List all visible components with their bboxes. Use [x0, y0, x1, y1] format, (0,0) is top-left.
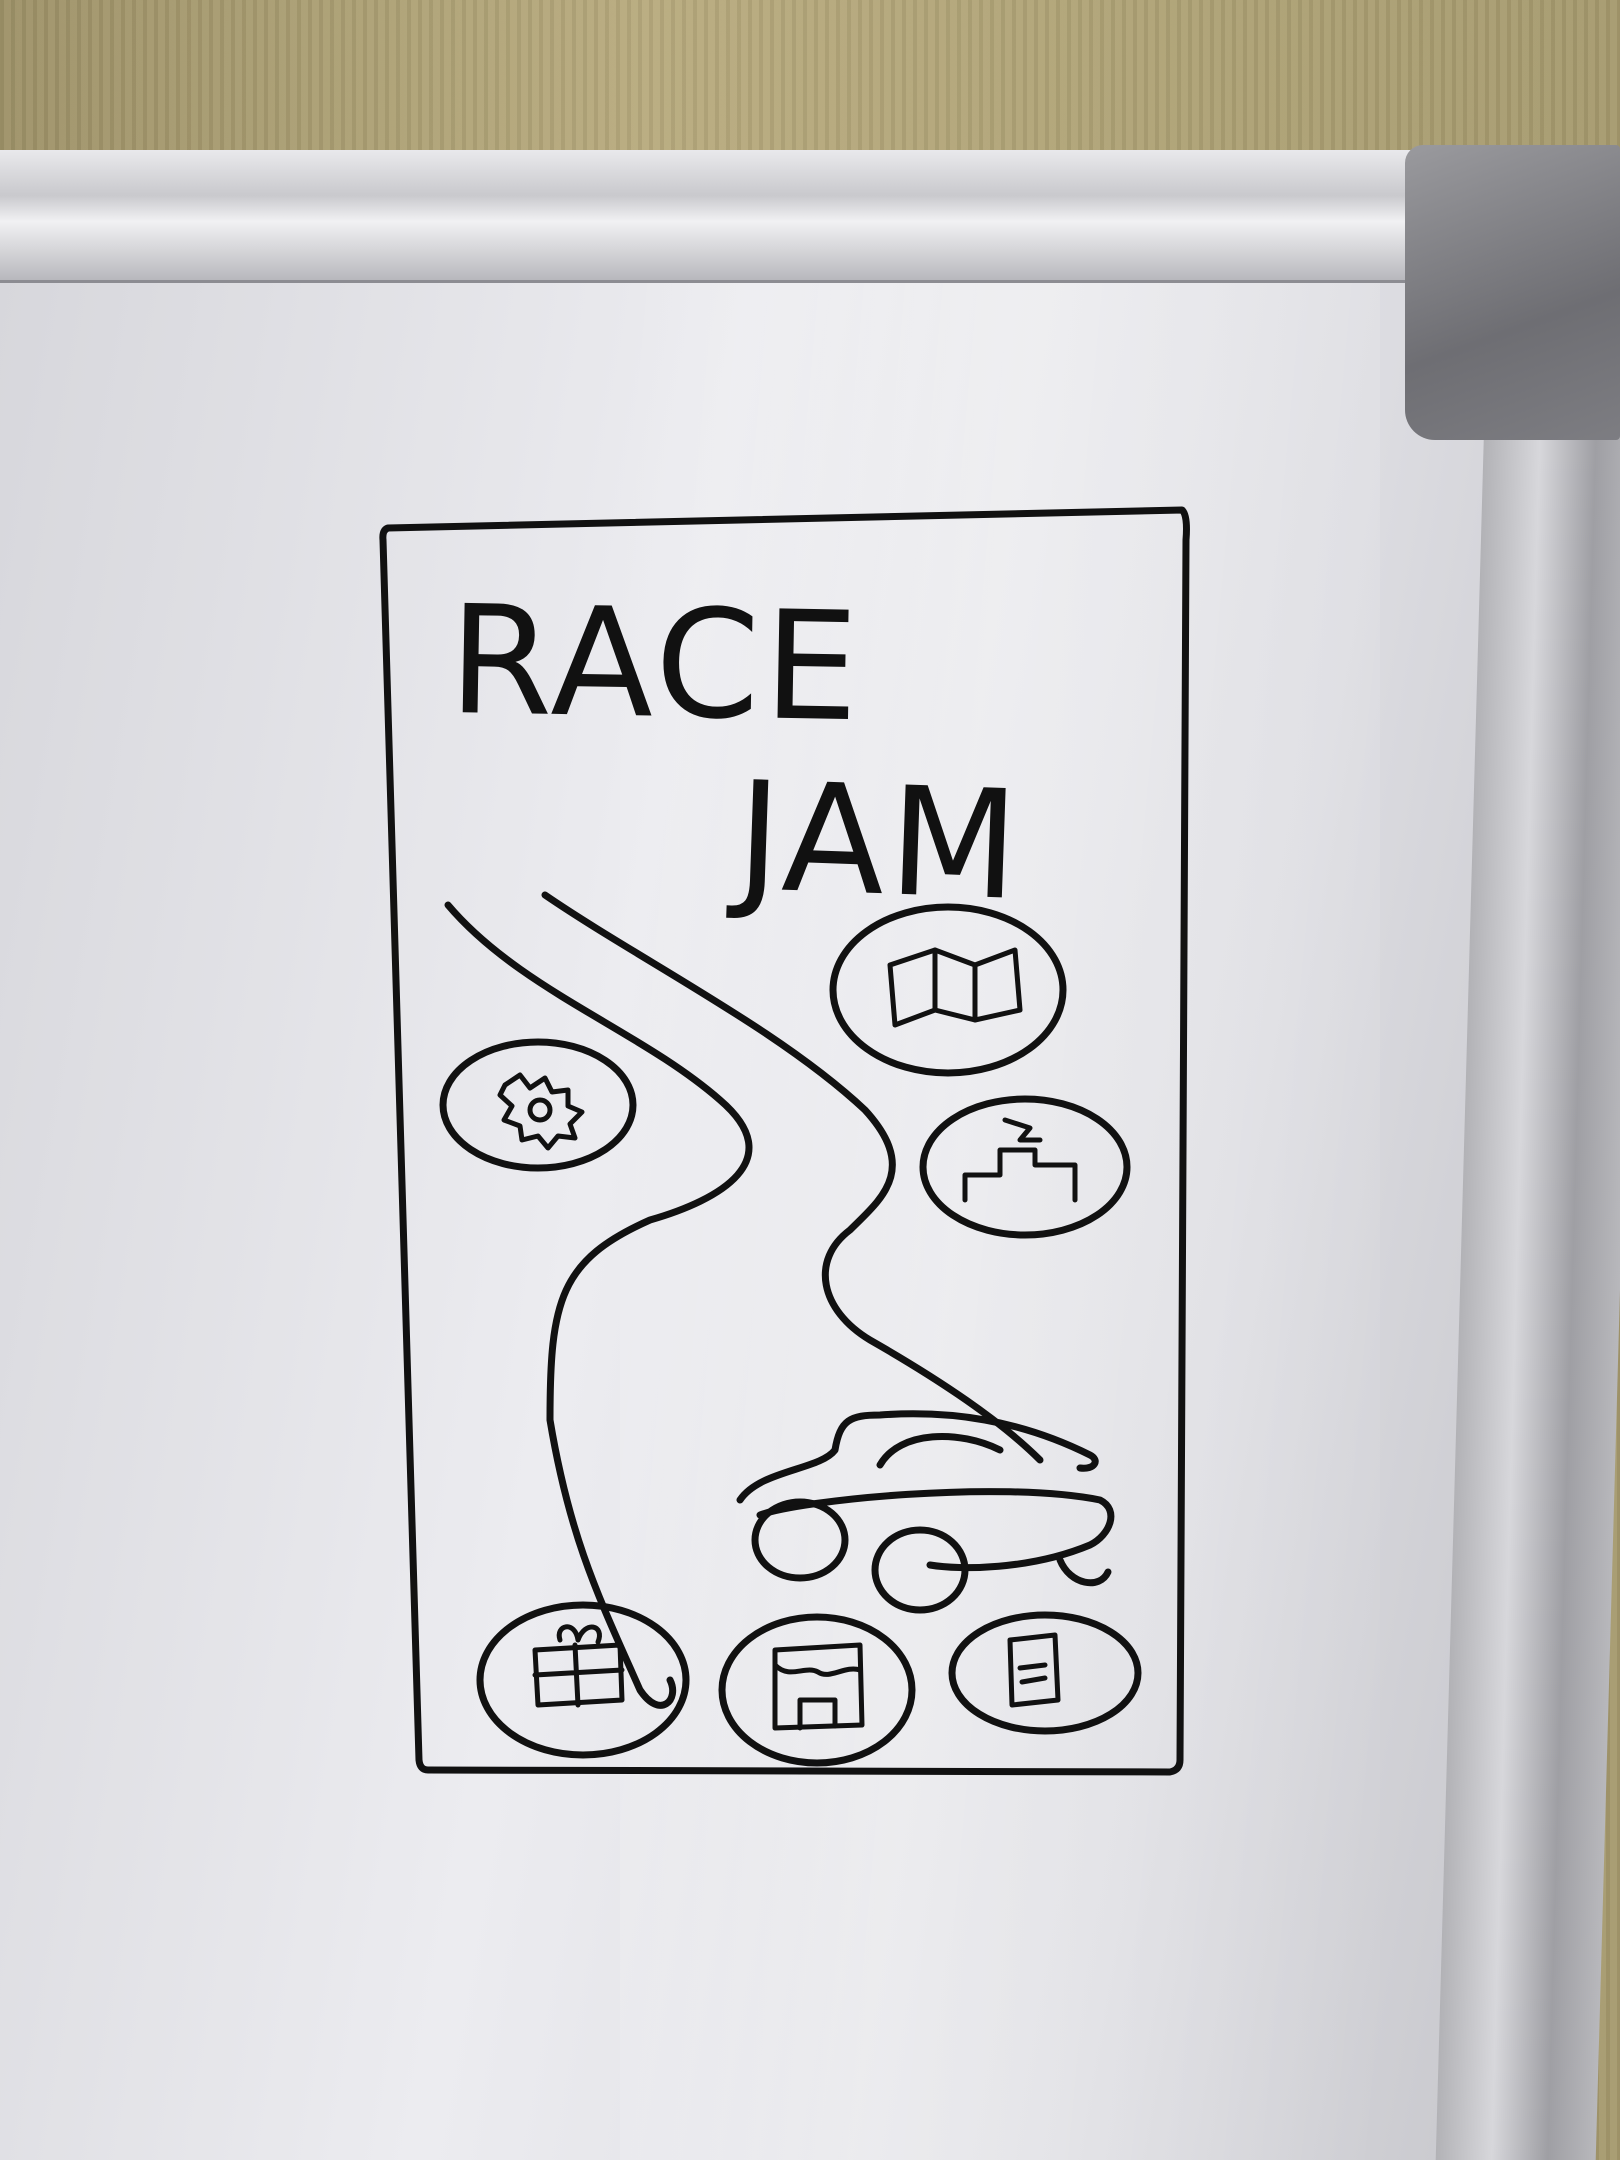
- gift-icon: [532, 1624, 625, 1708]
- sketch-title-line1: RACE: [447, 574, 864, 755]
- notes-icon: [1007, 1632, 1061, 1708]
- sketch-drawing: RACE JAM: [379, 506, 1190, 1776]
- notes-icon-circle: [948, 1611, 1142, 1735]
- gear-icon-circle: [439, 1038, 637, 1172]
- shop-icon-circle: [718, 1613, 916, 1767]
- podium-icon: [962, 1117, 1078, 1203]
- car-icon: [736, 1410, 1115, 1614]
- gear-icon: [497, 1072, 585, 1151]
- map-icon-circle: [829, 903, 1067, 1077]
- gift-icon-circle: [476, 1601, 690, 1759]
- map-icon: [887, 947, 1023, 1028]
- shop-icon: [772, 1642, 865, 1731]
- sketch-title-line2: JAM: [726, 750, 1026, 934]
- road-left-edge: [444, 901, 753, 1709]
- podium-icon-circle: [919, 1095, 1131, 1239]
